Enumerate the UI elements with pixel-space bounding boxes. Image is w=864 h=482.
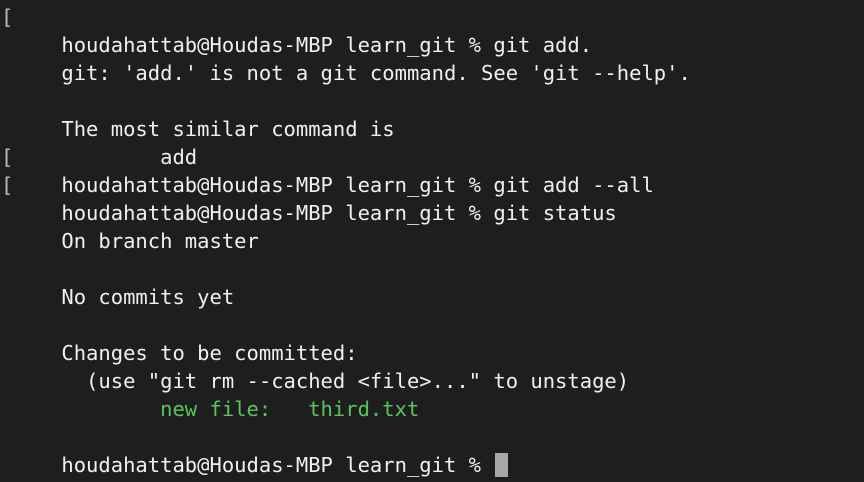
terminal-line-output: Changes to be committed: <box>0 311 864 365</box>
terminal-line-output: The most similar command is <box>0 87 864 141</box>
text-cursor[interactable] <box>495 453 509 477</box>
terminal-line-output: On branch master <box>0 199 864 253</box>
terminal-line-prompt: [houdahattab@Houdas-MBP learn_git % git … <box>0 143 864 197</box>
terminal-line-staged-file: new file: third.txt <box>0 367 864 421</box>
line-marker-bracket: [ <box>1 173 14 197</box>
line-text: houdahattab@Houdas-MBP learn_git % <box>61 453 494 477</box>
terminal-line-prompt: [houdahattab@Houdas-MBP learn_git % git … <box>0 171 864 225</box>
terminal-line-output: (use "git rm --cached <file>..." to unst… <box>0 339 864 393</box>
terminal-line-output: add <box>0 115 864 169</box>
terminal-line-prompt: [houdahattab@Houdas-MBP learn_git % git … <box>0 3 864 57</box>
terminal-line-output: No commits yet <box>0 255 864 309</box>
terminal-line-current-prompt[interactable]: houdahattab@Houdas-MBP learn_git % <box>0 423 864 477</box>
terminal-line-output: git: 'add.' is not a git command. See 'g… <box>0 31 864 85</box>
line-marker-bracket: [ <box>1 5 14 29</box>
line-marker-bracket: [ <box>1 145 14 169</box>
terminal-window[interactable]: [houdahattab@Houdas-MBP learn_git % git … <box>0 0 864 482</box>
